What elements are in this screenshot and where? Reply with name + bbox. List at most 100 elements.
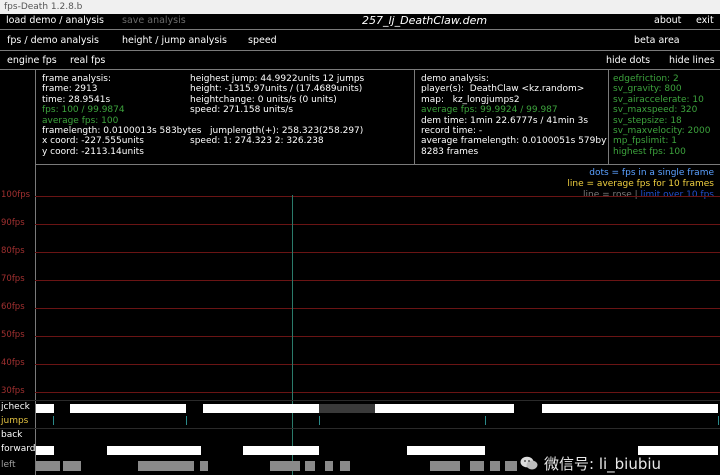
jcheck-segment: [70, 404, 186, 413]
jcheck-segment: [542, 404, 718, 413]
jcheck-label: jcheck: [1, 402, 30, 412]
fps-axis-label: 80fps: [1, 246, 25, 256]
fps-grid-line: [35, 224, 720, 225]
fps-axis-label: 60fps: [1, 302, 25, 312]
dem-time-value: dem time: 1min 22.6777s / 41min 3s: [421, 115, 589, 126]
airaccelerate-value: sv_airaccelerate: 10: [613, 94, 704, 105]
load-demo-menu[interactable]: load demo / analysis: [6, 14, 104, 28]
height-value: height: -1315.97units / (17.4689units): [190, 84, 363, 95]
tab-speed[interactable]: speed: [248, 35, 277, 47]
jcheck-segment: [203, 404, 319, 413]
watermark-text: 微信号: li_biubiu: [544, 455, 662, 473]
left-segment: [270, 461, 300, 471]
left-segment: [505, 461, 517, 471]
jump-marker: [186, 416, 187, 425]
left-segment: [200, 461, 208, 471]
legend-line: line = average fps for 10 frames: [567, 179, 714, 189]
exit-menu[interactable]: exit: [696, 14, 714, 28]
engine-fps-button[interactable]: engine fps: [7, 55, 57, 67]
speed-jumps-value: speed: 1: 274.323 2: 326.238: [190, 136, 324, 147]
divider: [0, 50, 720, 51]
average-framelength-value: average framelength: 0.0100051s 579bytes: [421, 136, 607, 147]
frame-analysis-title: frame analysis:: [42, 74, 112, 84]
highest-fps-value: highest fps: 100: [613, 146, 686, 157]
left-axis-border: [35, 69, 36, 475]
x-coord-value: x coord: -227.555units: [42, 136, 144, 147]
fps-axis-label: 90fps: [1, 218, 25, 228]
maxvelocity-value: sv_maxvelocity: 2000: [613, 126, 711, 136]
gravity-value: sv_gravity: 800: [613, 84, 682, 95]
divider: [0, 69, 720, 70]
jcheck-segment: [375, 404, 514, 413]
demo-file-title: 257_lj_DeathClaw.dem: [362, 14, 488, 27]
hide-dots-button[interactable]: hide dots: [606, 55, 650, 67]
save-analysis-menu[interactable]: save analysis: [122, 14, 186, 28]
window-title: fps-Death 1.2.8.b: [4, 2, 83, 12]
forward-label: forward: [1, 444, 36, 454]
forward-segment: [407, 446, 485, 455]
fps-grid-line: [35, 392, 720, 393]
wechat-icon: [520, 456, 538, 471]
fps-value: fps: 100 / 99.9874: [42, 105, 125, 116]
fps-max-value: mp_fpslimit: 1: [613, 136, 677, 147]
fps-grid-line: [35, 252, 720, 253]
highest-jump-value: heighest jump: 44.9922units 12 jumps: [190, 74, 365, 84]
demo-average-fps-value: average fps: 99.9924 / 99.987: [421, 105, 558, 116]
jcheck-segment: [36, 404, 54, 413]
fps-grid-line: [35, 364, 720, 365]
fps-grid-line: [35, 196, 720, 197]
fps-grid-line: [35, 280, 720, 281]
time-value: time: 28.9541s: [42, 94, 111, 105]
left-segment: [325, 461, 333, 471]
window-title-bar: fps-Death 1.2.8.b: [0, 0, 720, 14]
panel-divider: [414, 69, 415, 164]
left-segment: [63, 461, 81, 471]
speed-value: speed: 271.158 units/s: [190, 105, 294, 116]
legend-line-rose-text: line = rose |: [583, 190, 638, 200]
fps-axis-label: 30fps: [1, 386, 25, 396]
record-time-value: record time: -: [421, 126, 483, 136]
hide-lines-button[interactable]: hide lines: [669, 55, 715, 67]
forward-segment: [243, 446, 319, 455]
jump-marker: [53, 416, 54, 425]
watermark: 微信号: li_biubiu: [520, 452, 661, 475]
left-segment: [470, 461, 484, 471]
fps-axis-label: 70fps: [1, 274, 25, 284]
fps-grid-line: [35, 336, 720, 337]
fps-axis-label: 40fps: [1, 358, 25, 368]
fps-axis-label: 100fps: [1, 190, 31, 200]
legend-dots: dots = fps in a single frame: [589, 168, 714, 178]
forward-segment: [36, 446, 54, 455]
jump-marker: [319, 416, 320, 425]
frames-count: 8283 frames: [421, 146, 479, 157]
average-fps-value: average fps: 100: [42, 115, 119, 126]
heightchange-value: heightchange: 0 units/s (0 units): [190, 94, 337, 105]
about-menu[interactable]: about: [654, 14, 681, 28]
frame-cursor-line[interactable]: [292, 195, 293, 475]
players-value: player(s): DeathClaw <kz.random>: [421, 84, 585, 95]
edgefriction-value: edgefriction: 2: [613, 74, 679, 84]
tab-beta-area[interactable]: beta area: [634, 35, 680, 47]
demo-analysis-title: demo analysis:: [421, 74, 489, 84]
y-coord-value: y coord: -2113.14units: [42, 146, 144, 157]
divider: [0, 29, 720, 30]
back-label: back: [1, 430, 23, 440]
jump-marker: [485, 416, 486, 425]
fps-grid-line: [35, 308, 720, 309]
divider: [0, 428, 720, 429]
tab-fps-demo-analysis[interactable]: fps / demo analysis: [7, 35, 99, 47]
left-label: left: [1, 460, 16, 470]
left-segment: [430, 461, 460, 471]
maxspeed-value: sv_maxspeed: 320: [613, 105, 698, 116]
legend-line-rose-extra: limit over 10 fps: [640, 190, 714, 200]
menu-bar: load demo / analysis save analysis about…: [0, 14, 720, 28]
left-segment: [36, 461, 60, 471]
left-segment: [490, 461, 500, 471]
frame-value: frame: 2913: [42, 84, 98, 95]
tab-height-jump-analysis[interactable]: height / jump analysis: [122, 35, 227, 47]
real-fps-button[interactable]: real fps: [70, 55, 105, 67]
panel-divider: [608, 69, 609, 164]
left-segment: [138, 461, 194, 471]
left-segment: [340, 461, 350, 471]
forward-segment: [107, 446, 201, 455]
